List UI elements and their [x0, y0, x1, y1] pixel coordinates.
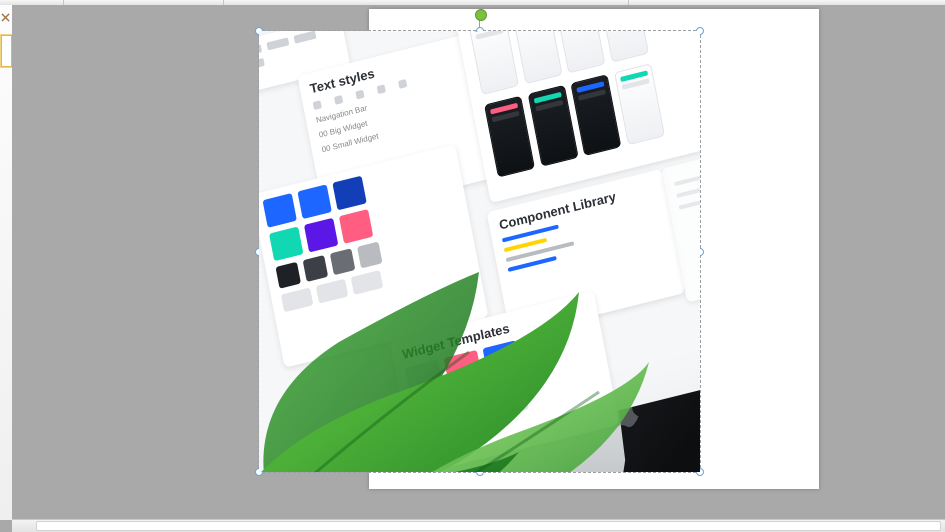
- scrollbar-track[interactable]: [36, 521, 941, 531]
- photo-content: Text styles Navigation Bar 00 Big Widget…: [259, 31, 700, 472]
- horizontal-scrollbar[interactable]: [12, 519, 945, 532]
- editor-workspace[interactable]: Text styles Navigation Bar 00 Big Widget…: [12, 5, 945, 520]
- slide-thumbnail-1[interactable]: [1, 35, 12, 67]
- rotate-handle[interactable]: [475, 9, 487, 21]
- imac-screen: Text styles Navigation Bar 00 Big Widget…: [259, 31, 700, 472]
- selected-image[interactable]: Text styles Navigation Bar 00 Big Widget…: [259, 31, 700, 472]
- close-pane-icon[interactable]: [1, 13, 10, 22]
